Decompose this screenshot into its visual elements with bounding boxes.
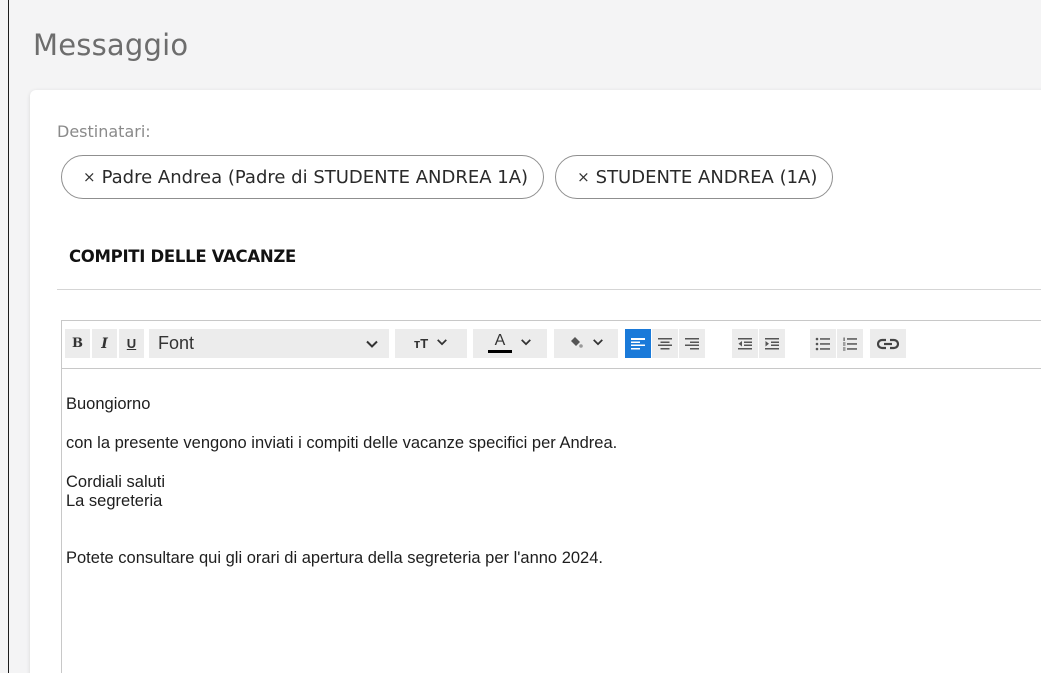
numbered-list-icon: [843, 337, 857, 350]
recipients-list: × Padre Andrea (Padre di STUDENTE ANDREA…: [61, 155, 834, 199]
align-right-icon: [685, 337, 699, 349]
message-line: Buongiorno: [66, 395, 151, 413]
recipients-label: Destinatari:: [57, 122, 151, 141]
align-right-button[interactable]: [679, 329, 705, 358]
message-card: Destinatari: × Padre Andrea (Padre di ST…: [30, 90, 1041, 673]
paint-bucket-icon: [568, 335, 584, 352]
align-left-icon: [631, 337, 645, 349]
recipient-chip[interactable]: × Padre Andrea (Padre di STUDENTE ANDREA…: [61, 155, 545, 199]
align-left-button[interactable]: [625, 329, 651, 358]
text-color-swatch: [488, 350, 512, 353]
recipient-name: Padre Andrea (Padre di STUDENTE ANDREA 1…: [101, 166, 529, 188]
chevron-down-icon: [520, 336, 532, 351]
bulleted-list-icon: [815, 337, 830, 350]
font-size-icon: ᴛT: [413, 336, 429, 351]
link-button[interactable]: [870, 329, 906, 358]
numbered-list-button[interactable]: [837, 329, 863, 358]
chevron-down-icon: [592, 336, 604, 351]
outdent-button[interactable]: [732, 329, 758, 358]
underline-button[interactable]: U: [119, 329, 144, 358]
chevron-down-icon: [365, 335, 379, 356]
bulleted-list-button[interactable]: [810, 329, 836, 358]
bold-button[interactable]: B: [65, 329, 90, 358]
rich-text-editor: B I U Font ᴛT A Buongiorno con la presen…: [61, 320, 1041, 673]
background-color-button[interactable]: [554, 329, 618, 358]
subject-field[interactable]: COMPITI DELLE VACANZE: [69, 247, 296, 266]
editor-toolbar: B I U Font ᴛT A: [62, 321, 1041, 369]
recipient-chip[interactable]: × STUDENTE ANDREA (1A): [555, 155, 834, 199]
text-color-button[interactable]: A: [473, 329, 547, 358]
remove-icon[interactable]: ×: [577, 168, 590, 186]
font-family-value: Font: [158, 333, 195, 353]
indent-button[interactable]: [759, 329, 785, 358]
align-center-button[interactable]: [652, 329, 678, 358]
outdent-icon: [738, 337, 752, 349]
italic-button[interactable]: I: [92, 329, 117, 358]
text-color-icon: A: [488, 332, 512, 353]
text-color-glyph: A: [494, 332, 506, 349]
font-size-button[interactable]: ᴛT: [395, 329, 467, 358]
window-edge: [8, 0, 9, 673]
font-family-select[interactable]: Font: [149, 329, 389, 358]
chevron-down-icon: [436, 336, 448, 351]
message-line: Cordiali saluti: [66, 473, 166, 491]
recipient-name: STUDENTE ANDREA (1A): [595, 166, 818, 188]
subject-underline: [57, 289, 1041, 290]
align-center-icon: [658, 337, 672, 349]
indent-icon: [765, 337, 779, 349]
message-line: con la presente vengono inviati i compit…: [66, 434, 618, 452]
remove-icon[interactable]: ×: [83, 168, 96, 186]
link-icon: [877, 338, 899, 349]
page-title: Messaggio: [33, 28, 189, 62]
message-line: La segreteria: [66, 492, 163, 510]
message-line: Potete consultare qui gli orari di apert…: [66, 549, 603, 567]
message-body[interactable]: Buongiorno con la presente vengono invia…: [62, 369, 1041, 568]
